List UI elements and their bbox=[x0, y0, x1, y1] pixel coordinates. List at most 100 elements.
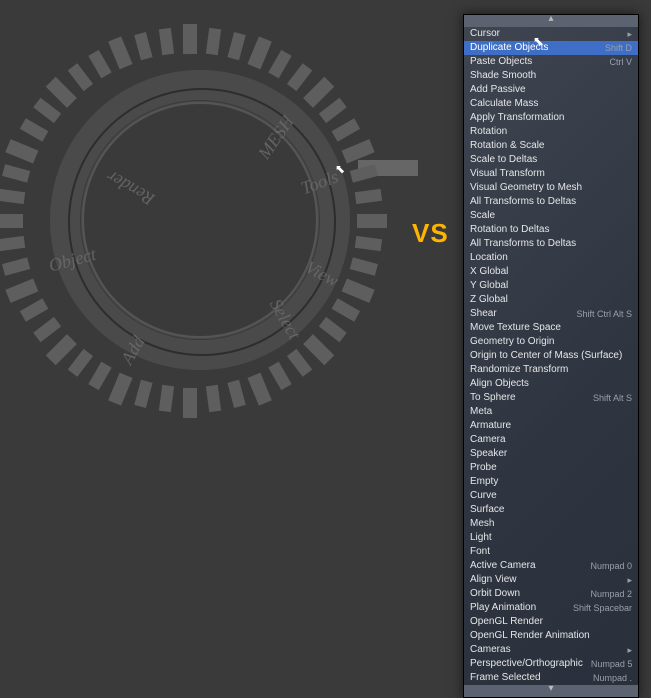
menu-item[interactable]: Font bbox=[464, 545, 638, 559]
menu-item[interactable]: All Transforms to Deltas bbox=[464, 195, 638, 209]
menu-item[interactable]: Scale to Deltas bbox=[464, 153, 638, 167]
pie-tick[interactable] bbox=[2, 164, 30, 182]
pie-tick[interactable] bbox=[0, 189, 25, 204]
pie-tick[interactable] bbox=[247, 36, 271, 69]
menu-item[interactable]: To SphereShift Alt S bbox=[464, 391, 638, 405]
menu-scroll-up[interactable] bbox=[464, 15, 638, 27]
menu-item[interactable]: OpenGL Render bbox=[464, 615, 638, 629]
menu-item[interactable]: Move Texture Space bbox=[464, 321, 638, 335]
pie-tick[interactable] bbox=[287, 349, 312, 377]
pie-tick[interactable] bbox=[303, 334, 334, 365]
pie-tick[interactable] bbox=[108, 36, 132, 69]
pie-tick[interactable] bbox=[183, 24, 197, 54]
menu-item[interactable]: Scale bbox=[464, 209, 638, 223]
pie-tick[interactable] bbox=[268, 50, 291, 79]
pie-tick[interactable] bbox=[319, 317, 347, 342]
menu-item[interactable]: Visual Transform bbox=[464, 167, 638, 181]
menu-item[interactable]: Active CameraNumpad 0 bbox=[464, 559, 638, 573]
menu-item[interactable]: Armature bbox=[464, 419, 638, 433]
pie-tick[interactable] bbox=[46, 334, 77, 365]
menu-item[interactable]: Visual Geometry to Mesh bbox=[464, 181, 638, 195]
menu-item-label: Location bbox=[470, 251, 508, 265]
menu-item[interactable]: Duplicate ObjectsShift D bbox=[464, 41, 638, 55]
pie-tick[interactable] bbox=[20, 298, 49, 321]
menu-item[interactable]: Empty bbox=[464, 475, 638, 489]
menu-item[interactable]: Origin to Center of Mass (Surface) bbox=[464, 349, 638, 363]
pie-tick[interactable] bbox=[108, 373, 132, 406]
pie-tick[interactable] bbox=[350, 164, 378, 182]
pie-tick[interactable] bbox=[134, 32, 152, 60]
menu-item[interactable]: Align View bbox=[464, 573, 638, 587]
pie-tick[interactable] bbox=[33, 98, 61, 123]
menu-item[interactable]: Y Global bbox=[464, 279, 638, 293]
menu-item[interactable]: Perspective/OrthographicNumpad 5 bbox=[464, 657, 638, 671]
menu-item[interactable]: Randomize Transform bbox=[464, 363, 638, 377]
pie-tick[interactable] bbox=[355, 236, 382, 251]
pie-tick[interactable] bbox=[0, 214, 23, 228]
pie-tick[interactable] bbox=[247, 373, 271, 406]
pie-tick[interactable] bbox=[46, 77, 77, 108]
menu-item[interactable]: Z Global bbox=[464, 293, 638, 307]
pie-tick[interactable] bbox=[68, 63, 93, 91]
menu-item[interactable]: Align Objects bbox=[464, 377, 638, 391]
menu-item[interactable]: Geometry to Origin bbox=[464, 335, 638, 349]
pie-tick[interactable] bbox=[206, 28, 221, 55]
menu-item[interactable]: Probe bbox=[464, 461, 638, 475]
pie-tick[interactable] bbox=[88, 362, 111, 391]
pie-tick[interactable] bbox=[357, 214, 387, 228]
menu-item[interactable]: Apply Transformation bbox=[464, 111, 638, 125]
menu-scroll-down[interactable] bbox=[464, 685, 638, 697]
menu-item-label: OpenGL Render Animation bbox=[470, 629, 590, 643]
pie-tick[interactable] bbox=[227, 380, 245, 408]
pie-tick[interactable] bbox=[332, 298, 361, 321]
pie-tick[interactable] bbox=[303, 77, 334, 108]
pie-tick[interactable] bbox=[342, 278, 375, 302]
context-menu[interactable]: CursorDuplicate ObjectsShift DPaste Obje… bbox=[463, 14, 639, 698]
menu-item[interactable]: Light bbox=[464, 531, 638, 545]
menu-item[interactable]: Rotation to Deltas bbox=[464, 223, 638, 237]
pie-tick[interactable] bbox=[183, 388, 197, 418]
menu-item[interactable]: Paste ObjectsCtrl V bbox=[464, 55, 638, 69]
pie-tick[interactable] bbox=[20, 118, 49, 141]
menu-item[interactable]: Surface bbox=[464, 503, 638, 517]
menu-item[interactable]: ShearShift Ctrl Alt S bbox=[464, 307, 638, 321]
pie-tick[interactable] bbox=[5, 278, 38, 302]
menu-item[interactable]: X Global bbox=[464, 265, 638, 279]
pie-tick[interactable] bbox=[159, 385, 174, 412]
pie-tick[interactable] bbox=[68, 349, 93, 377]
menu-item-label: Cursor bbox=[470, 27, 500, 41]
pie-tick[interactable] bbox=[319, 98, 347, 123]
menu-item[interactable]: Cameras bbox=[464, 643, 638, 657]
menu-item[interactable]: Camera bbox=[464, 433, 638, 447]
menu-item[interactable]: Mesh bbox=[464, 517, 638, 531]
pie-tick[interactable] bbox=[227, 32, 245, 60]
menu-item[interactable]: Play AnimationShift Spacebar bbox=[464, 601, 638, 615]
pie-tick[interactable] bbox=[88, 50, 111, 79]
pie-tick[interactable] bbox=[206, 385, 221, 412]
menu-item-label: Orbit Down bbox=[470, 587, 520, 601]
pie-tick[interactable] bbox=[350, 257, 378, 275]
pie-tick[interactable] bbox=[159, 28, 174, 55]
pie-tick[interactable] bbox=[33, 317, 61, 342]
menu-item[interactable]: Orbit DownNumpad 2 bbox=[464, 587, 638, 601]
menu-item[interactable]: Calculate Mass bbox=[464, 97, 638, 111]
menu-item[interactable]: Rotation & Scale bbox=[464, 139, 638, 153]
menu-item[interactable]: Curve bbox=[464, 489, 638, 503]
menu-item[interactable]: Cursor bbox=[464, 27, 638, 41]
menu-item[interactable]: OpenGL Render Animation bbox=[464, 629, 638, 643]
pie-tick[interactable] bbox=[332, 118, 361, 141]
pie-tick[interactable] bbox=[268, 362, 291, 391]
menu-item[interactable]: Speaker bbox=[464, 447, 638, 461]
menu-item[interactable]: Meta bbox=[464, 405, 638, 419]
pie-tick[interactable] bbox=[287, 63, 312, 91]
menu-item[interactable]: Shade Smooth bbox=[464, 69, 638, 83]
menu-item[interactable]: All Transforms to Deltas bbox=[464, 237, 638, 251]
menu-item[interactable]: Rotation bbox=[464, 125, 638, 139]
pie-tick[interactable] bbox=[2, 257, 30, 275]
pie-tick[interactable] bbox=[5, 139, 38, 163]
pie-tick[interactable] bbox=[0, 236, 25, 251]
menu-item[interactable]: Add Passive bbox=[464, 83, 638, 97]
pie-tick[interactable] bbox=[134, 380, 152, 408]
pie-tick[interactable] bbox=[355, 189, 382, 204]
menu-item[interactable]: Location bbox=[464, 251, 638, 265]
